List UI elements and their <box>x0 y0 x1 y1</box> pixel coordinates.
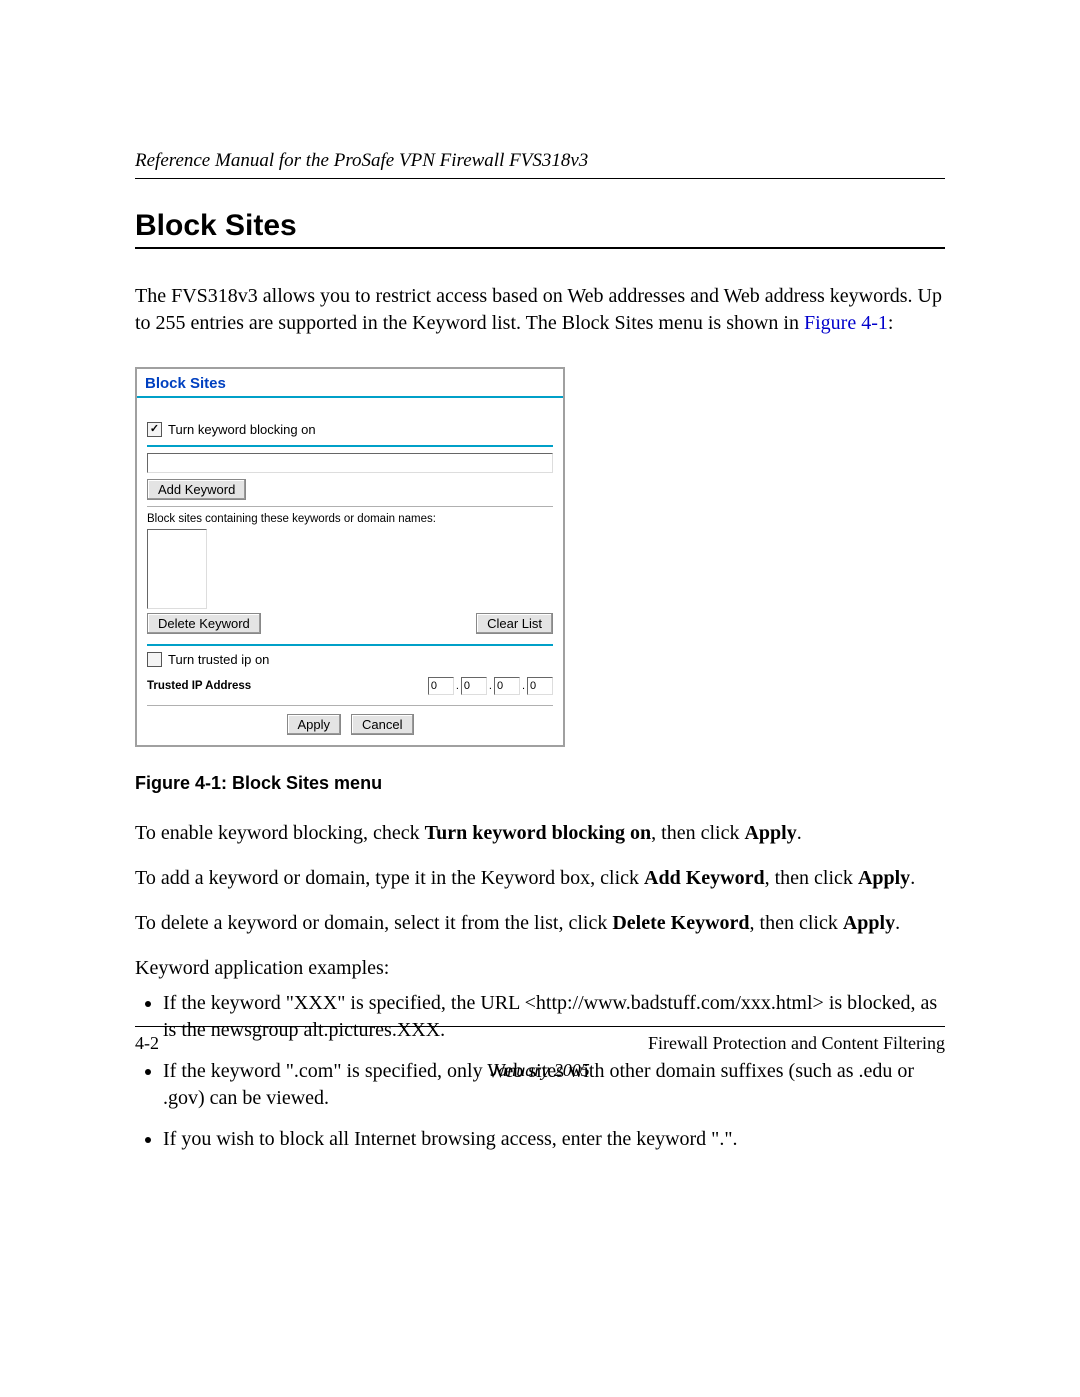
page-footer: 4-2 Firewall Protection and Content Filt… <box>135 1026 945 1081</box>
ip-octet-3[interactable]: 0 <box>494 677 520 695</box>
footer-section-title: Firewall Protection and Content Filterin… <box>648 1033 945 1054</box>
turn-trusted-ip-label: Turn trusted ip on <box>168 652 269 667</box>
figure-caption: Figure 4-1: Block Sites menu <box>135 773 945 794</box>
panel-title: Block Sites <box>137 369 563 398</box>
list-item: If you wish to block all Internet browsi… <box>163 1126 945 1153</box>
add-paragraph: To add a keyword or domain, type it in t… <box>135 865 945 892</box>
footer-date: January 2005 <box>135 1060 945 1081</box>
cancel-button[interactable]: Cancel <box>351 714 413 735</box>
examples-intro: Keyword application examples: <box>135 955 945 982</box>
keyword-input[interactable] <box>147 453 553 473</box>
footer-page-number: 4-2 <box>135 1033 159 1054</box>
ip-octet-2[interactable]: 0 <box>461 677 487 695</box>
turn-trusted-ip-checkbox[interactable] <box>147 652 162 667</box>
ip-octet-4[interactable]: 0 <box>527 677 553 695</box>
turn-keyword-blocking-checkbox[interactable] <box>147 422 162 437</box>
intro-line-1: The FVS318v3 allows you to restrict acce… <box>135 285 913 307</box>
figure-4-1: Block Sites Turn keyword blocking on Add… <box>135 367 945 794</box>
enable-paragraph: To enable keyword blocking, check Turn k… <box>135 820 945 847</box>
keyword-list-label: Block sites containing these keywords or… <box>147 513 553 525</box>
page-title: Block Sites <box>135 209 945 249</box>
delete-keyword-button[interactable]: Delete Keyword <box>147 613 261 634</box>
intro-paragraph: The FVS318v3 allows you to restrict acce… <box>135 283 945 337</box>
apply-button[interactable]: Apply <box>287 714 342 735</box>
keyword-list[interactable] <box>147 529 207 609</box>
clear-list-button[interactable]: Clear List <box>476 613 553 634</box>
intro-line-2b: : <box>888 312 894 334</box>
block-sites-panel: Block Sites Turn keyword blocking on Add… <box>135 367 565 747</box>
trusted-ip-input-group: 0. 0. 0. 0 <box>428 677 553 695</box>
figure-link[interactable]: Figure 4-1 <box>804 312 888 334</box>
turn-keyword-blocking-label: Turn keyword blocking on <box>168 422 316 437</box>
trusted-ip-label: Trusted IP Address <box>147 680 251 692</box>
add-keyword-button[interactable]: Add Keyword <box>147 479 246 500</box>
running-header: Reference Manual for the ProSafe VPN Fir… <box>135 150 945 179</box>
ip-octet-1[interactable]: 0 <box>428 677 454 695</box>
delete-paragraph: To delete a keyword or domain, select it… <box>135 910 945 937</box>
